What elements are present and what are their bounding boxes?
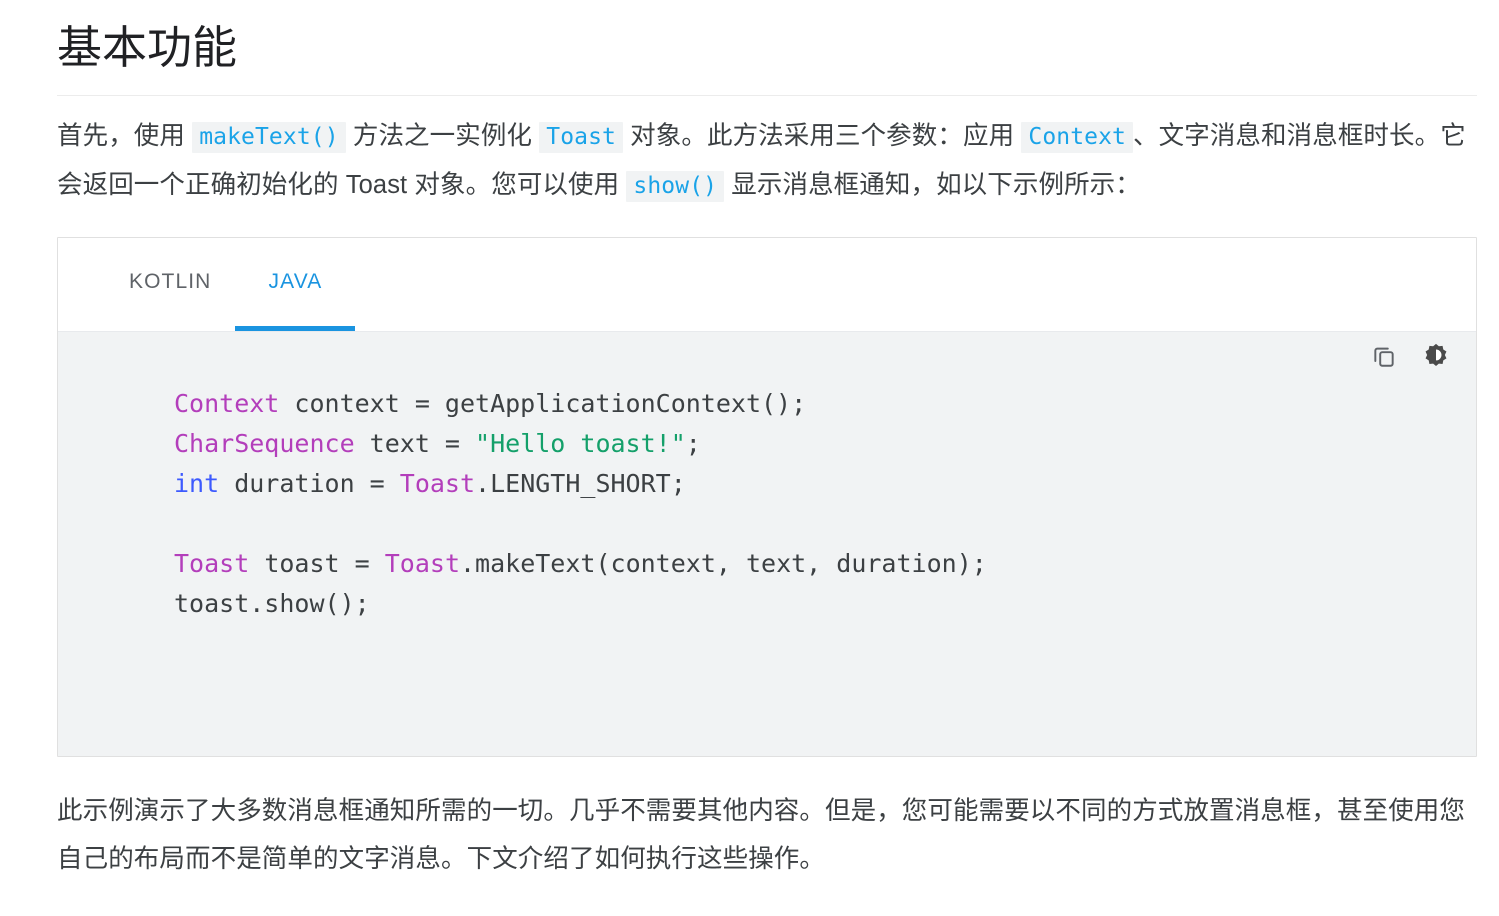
intro-text-3: 对象。此方法采用三个参数：应用	[623, 121, 1022, 150]
code-token-str: "Hello toast!"	[475, 428, 686, 458]
code-token-type: Toast	[384, 548, 460, 578]
code-token-plain: duration =	[219, 468, 400, 498]
code-content: Context context = getApplicationContext(…	[174, 389, 987, 618]
code-token-type: Toast	[174, 548, 250, 578]
code-token-plain: ;	[685, 428, 701, 458]
copy-code-button[interactable]	[1369, 344, 1399, 374]
copy-code-icon	[1371, 343, 1397, 374]
code-token-kw: int	[174, 468, 220, 498]
code-token-plain: toast =	[249, 548, 385, 578]
toggle-dark-theme-icon	[1422, 342, 1450, 375]
intro-text-1: 首先，使用	[57, 121, 193, 150]
inline-code-maketext: makeText()	[192, 121, 346, 153]
code-token-plain: .LENGTH_SHORT;	[475, 468, 686, 498]
code-block: Context context = getApplicationContext(…	[58, 331, 1476, 756]
code-token-plain: .makeText(context, text, duration);	[460, 548, 987, 578]
closing-paragraph: 此示例演示了大多数消息框通知所需的一切。几乎不需要其他内容。但是，您可能需要以不…	[57, 796, 1466, 873]
code-token-type: Context	[174, 388, 280, 418]
inline-code-context: Context	[1021, 121, 1134, 153]
tab-kotlin-label: KOTLIN	[129, 269, 212, 293]
inline-code-toast: Toast	[539, 121, 623, 153]
tab-java-label: JAVA	[268, 269, 323, 293]
tab-kotlin[interactable]: KOTLIN	[105, 238, 235, 331]
code-token-type: Toast	[399, 468, 476, 498]
code-token-plain: toast.show();	[174, 588, 370, 618]
code-toolbar	[1369, 344, 1451, 374]
tab-java[interactable]: JAVA	[235, 238, 356, 331]
page-title: 基本功能	[57, 22, 238, 73]
intro-paragraph: 首先，使用 makeText() 方法之一实例化 Toast 对象。此方法采用三…	[57, 96, 1477, 210]
code-text[interactable]: Context context = getApplicationContext(…	[58, 384, 1476, 624]
code-token-plain: text =	[354, 428, 476, 458]
intro-text-5: 显示消息框通知，如以下示例所示：	[724, 170, 1141, 199]
code-sample-card: KOTLIN JAVA Context context = getApplica…	[57, 236, 1477, 757]
inline-code-show: show()	[626, 170, 725, 202]
code-token-type: CharSequence	[174, 428, 355, 458]
intro-text-2: 方法之一实例化	[345, 121, 540, 150]
code-language-tabs: KOTLIN JAVA	[58, 237, 1476, 332]
code-token-plain: context = getApplicationContext();	[279, 388, 807, 418]
documentation-page: 基本功能 首先，使用 makeText() 方法之一实例化 Toast 对象。此…	[0, 0, 1499, 916]
toggle-dark-theme-button[interactable]	[1421, 344, 1451, 374]
